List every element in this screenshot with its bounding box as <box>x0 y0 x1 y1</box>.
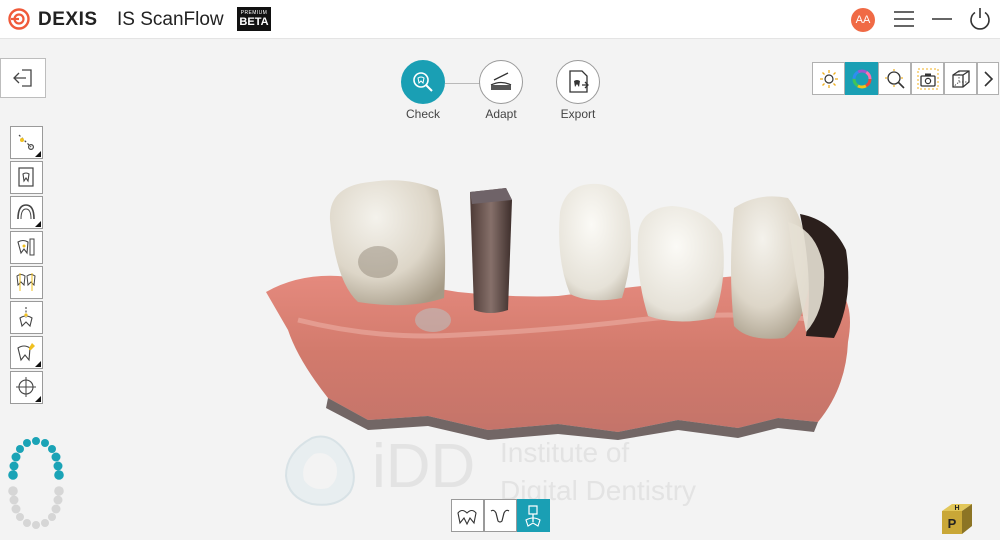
check-step-button[interactable] <box>401 60 445 104</box>
title-bar: DEXIS IS ScanFlow PREMIUM BETA AA <box>0 0 1000 39</box>
adapt-step-button[interactable] <box>479 60 523 104</box>
beta-label: BETA <box>239 16 269 28</box>
lighting-icon <box>820 70 838 88</box>
idd-logo-icon <box>284 435 355 506</box>
tooth-annotate-tool-icon <box>17 343 35 362</box>
adapt-trim-icon <box>490 72 512 90</box>
watermark-logo-text: iDD <box>372 432 476 501</box>
workflow-connector <box>445 83 481 84</box>
check-tooth-magnifier-icon <box>413 72 433 92</box>
arch-selector[interactable] <box>6 436 66 532</box>
zoom-fit-button[interactable] <box>878 62 911 95</box>
power-icon[interactable] <box>967 6 993 32</box>
snapshot-button[interactable] <box>911 62 944 95</box>
measure-tooth-tool-icon <box>17 238 35 256</box>
arch-margin-tool[interactable] <box>10 196 43 229</box>
view-toolbar <box>812 62 1000 95</box>
orientation-cube[interactable]: H P <box>940 502 974 536</box>
check-step-label: Check <box>405 107 440 121</box>
workflow-step-export[interactable]: Export <box>556 60 600 121</box>
color-wheel-icon <box>852 69 872 89</box>
user-avatar[interactable]: AA <box>851 8 875 32</box>
scanbody-button[interactable] <box>517 499 550 532</box>
workflow-step-check[interactable]: Check <box>401 60 445 121</box>
bite-icon <box>490 509 510 523</box>
more-view-tools-button[interactable] <box>977 62 999 95</box>
cube-face-top: H <box>954 505 959 512</box>
dental-scan-3d-model[interactable] <box>258 170 858 440</box>
measure-tooth-tool[interactable] <box>10 231 43 264</box>
export-step-button[interactable] <box>556 60 600 104</box>
minimize-icon[interactable] <box>929 6 955 32</box>
workflow-step-adapt[interactable]: Adapt <box>479 60 523 121</box>
cube-face-front: P <box>948 516 957 531</box>
bite-button[interactable] <box>484 499 517 532</box>
chevron-right-icon <box>984 71 994 87</box>
lighting-button[interactable] <box>812 62 845 95</box>
orientation-tool-icon <box>16 377 36 397</box>
lower-arch-icon[interactable] <box>8 486 64 529</box>
tooth-document-tool-icon <box>18 167 34 187</box>
orientation-tool[interactable] <box>10 371 43 404</box>
trim-scissors-tool-icon <box>18 134 35 151</box>
3d-cube-icon <box>952 70 970 88</box>
dexis-logo-icon <box>8 8 30 30</box>
insertion-axis-tool-icon <box>19 307 33 328</box>
tooth-annotate-tool[interactable] <box>10 336 43 369</box>
product-name: IS ScanFlow <box>117 9 224 30</box>
insertion-axis-tool[interactable] <box>10 301 43 334</box>
exit-button[interactable] <box>0 58 46 98</box>
idd-watermark <box>282 430 362 515</box>
occlusion-tool-icon <box>16 273 36 291</box>
left-toolbar <box>10 126 43 406</box>
exit-arrow-icon <box>13 69 32 87</box>
3d-view-button[interactable] <box>944 62 977 95</box>
zoom-fit-icon <box>885 69 905 89</box>
lower-jaw-button[interactable] <box>451 499 484 532</box>
snapshot-camera-icon <box>917 68 939 90</box>
adapt-step-label: Adapt <box>485 107 517 121</box>
tooth-document-tool[interactable] <box>10 161 43 194</box>
brand-name: DEXIS <box>38 9 98 30</box>
beta-badge: PREMIUM BETA <box>237 7 271 31</box>
premium-label: PREMIUM <box>240 10 268 16</box>
arch-margin-tool-icon <box>17 204 35 220</box>
export-step-label: Export <box>560 107 596 121</box>
trim-scissors-tool[interactable] <box>10 126 43 159</box>
occlusion-tool[interactable] <box>10 266 43 299</box>
export-file-icon <box>569 70 589 93</box>
upper-arch-icon[interactable] <box>8 437 64 480</box>
color-mode-button[interactable] <box>845 62 878 95</box>
watermark-line1: Institute of <box>500 437 630 468</box>
menu-icon[interactable] <box>891 6 917 32</box>
scanbody-icon <box>525 505 541 527</box>
lower-jaw-tooth-icon <box>457 509 477 526</box>
